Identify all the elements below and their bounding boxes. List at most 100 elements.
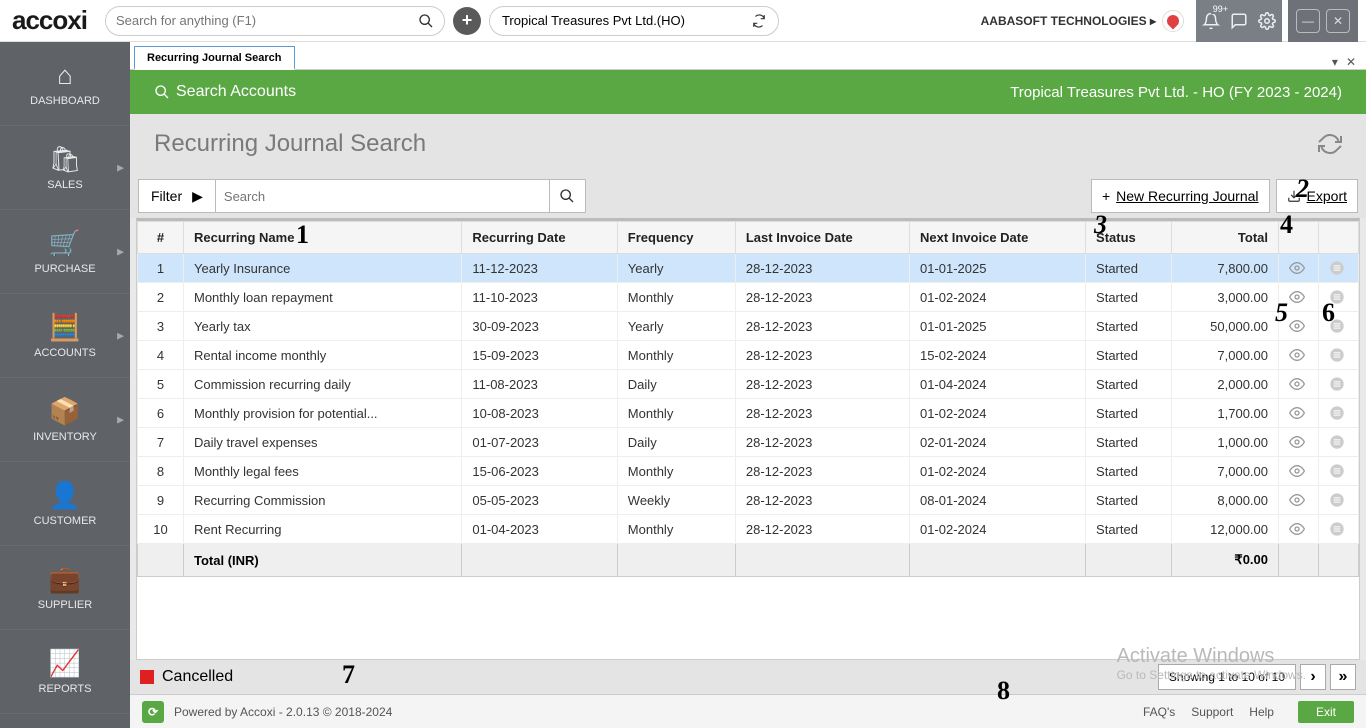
cell-freq: Daily: [617, 370, 735, 399]
close-button[interactable]: ✕: [1326, 9, 1350, 33]
col-header[interactable]: Last Invoice Date: [735, 222, 909, 254]
pager-next-button[interactable]: ›: [1300, 664, 1326, 690]
view-icon[interactable]: [1279, 399, 1319, 428]
sidebar-item-customer[interactable]: 👤CUSTOMER: [0, 462, 130, 546]
row-menu-icon[interactable]: [1319, 515, 1359, 544]
cell-last: 28-12-2023: [735, 486, 909, 515]
cell-last: 28-12-2023: [735, 515, 909, 544]
footer-link[interactable]: FAQ's: [1143, 705, 1175, 719]
col-header[interactable]: Recurring Name: [184, 222, 462, 254]
org-label[interactable]: AABASOFT TECHNOLOGIES ▸: [981, 14, 1156, 28]
table-row[interactable]: 3Yearly tax30-09-2023Yearly28-12-202301-…: [138, 312, 1359, 341]
bell-icon[interactable]: 99+: [1202, 12, 1220, 30]
col-view: [1279, 222, 1319, 254]
tab-menu-icon[interactable]: ▾: [1332, 55, 1338, 69]
row-menu-icon[interactable]: [1319, 457, 1359, 486]
sidebar-item-inventory[interactable]: 📦INVENTORY▶: [0, 378, 130, 462]
pager-last-button[interactable]: »: [1330, 664, 1356, 690]
minimize-button[interactable]: —: [1296, 9, 1320, 33]
view-icon[interactable]: [1279, 457, 1319, 486]
results-table-wrap[interactable]: #Recurring NameRecurring DateFrequencyLa…: [136, 218, 1360, 660]
table-row[interactable]: 4Rental income monthly15-09-2023Monthly2…: [138, 341, 1359, 370]
refresh-icon[interactable]: [1318, 132, 1342, 156]
table-row[interactable]: 2Monthly loan repayment11-10-2023Monthly…: [138, 283, 1359, 312]
table-row[interactable]: 5Commission recurring daily11-08-2023Dai…: [138, 370, 1359, 399]
total-row: Total (INR) ₹0.00: [138, 544, 1359, 577]
sidebar-item-accounts[interactable]: 🧮ACCOUNTS▶: [0, 294, 130, 378]
company-selector[interactable]: Tropical Treasures Pvt Ltd.(HO): [489, 6, 779, 36]
tab-close-icon[interactable]: ✕: [1346, 55, 1356, 69]
row-menu-icon[interactable]: [1319, 254, 1359, 283]
local-search[interactable]: [216, 179, 586, 213]
row-menu-icon[interactable]: [1319, 370, 1359, 399]
sidebar-item-reports[interactable]: 📈REPORTS: [0, 630, 130, 714]
table-row[interactable]: 7Daily travel expenses01-07-2023Daily28-…: [138, 428, 1359, 457]
cell-last: 28-12-2023: [735, 457, 909, 486]
table-row[interactable]: 1Yearly Insurance11-12-2023Yearly28-12-2…: [138, 254, 1359, 283]
col-header[interactable]: Next Invoice Date: [909, 222, 1085, 254]
flame-icon[interactable]: [1162, 10, 1184, 32]
footer-logo-icon: ⟳: [142, 701, 164, 723]
footer-text: Powered by Accoxi - 2.0.13 © 2018-2024: [174, 705, 392, 719]
add-button[interactable]: +: [453, 7, 481, 35]
window-controls: — ✕: [1288, 0, 1358, 42]
sidebar-item-supplier[interactable]: 💼SUPPLIER: [0, 546, 130, 630]
sidebar-item-purchase[interactable]: 🛒PURCHASE▶: [0, 210, 130, 294]
results-table: #Recurring NameRecurring DateFrequencyLa…: [137, 221, 1359, 577]
view-icon[interactable]: [1279, 312, 1319, 341]
footer-link[interactable]: Help: [1249, 705, 1274, 719]
cell-total: 7,800.00: [1171, 254, 1278, 283]
view-icon[interactable]: [1279, 254, 1319, 283]
cell-rdate: 15-09-2023: [462, 341, 617, 370]
col-header[interactable]: Total: [1171, 222, 1278, 254]
cell-num: 4: [138, 341, 184, 370]
local-search-input[interactable]: [216, 189, 549, 204]
sidebar: ⌂DASHBOARD🛍SALES▶🛒PURCHASE▶🧮ACCOUNTS▶📦IN…: [0, 42, 130, 728]
local-search-button[interactable]: [549, 180, 585, 212]
exit-button[interactable]: Exit: [1298, 701, 1354, 723]
export-button[interactable]: Export: [1276, 179, 1358, 213]
view-icon[interactable]: [1279, 370, 1319, 399]
context-title[interactable]: Search Accounts: [176, 83, 296, 101]
table-row[interactable]: 10Rent Recurring01-04-2023Monthly28-12-2…: [138, 515, 1359, 544]
cell-status: Started: [1086, 312, 1172, 341]
view-icon[interactable]: [1279, 486, 1319, 515]
row-menu-icon[interactable]: [1319, 312, 1359, 341]
col-header[interactable]: Frequency: [617, 222, 735, 254]
row-menu-icon[interactable]: [1319, 399, 1359, 428]
table-row[interactable]: 6Monthly provision for potential...10-08…: [138, 399, 1359, 428]
cell-freq: Monthly: [617, 341, 735, 370]
global-search-input[interactable]: [116, 13, 418, 28]
filter-button[interactable]: Filter ▶: [138, 179, 216, 213]
col-header[interactable]: Recurring Date: [462, 222, 617, 254]
chat-icon[interactable]: [1230, 12, 1248, 30]
row-menu-icon[interactable]: [1319, 486, 1359, 515]
tab-recurring-journal-search[interactable]: Recurring Journal Search: [134, 46, 295, 70]
view-icon[interactable]: [1279, 515, 1319, 544]
notif-badge: 99+: [1211, 4, 1230, 14]
new-recurring-journal-button[interactable]: + New Recurring Journal: [1091, 179, 1270, 213]
row-menu-icon[interactable]: [1319, 428, 1359, 457]
legend-row: Cancelled Showing 1 to 10 of 10 › »: [130, 660, 1366, 694]
view-icon[interactable]: [1279, 283, 1319, 312]
sidebar-item-dashboard[interactable]: ⌂DASHBOARD: [0, 42, 130, 126]
cell-next: 02-01-2024: [909, 428, 1085, 457]
table-row[interactable]: 9Recurring Commission05-05-2023Weekly28-…: [138, 486, 1359, 515]
chevron-right-icon: ▶: [192, 188, 203, 205]
footer-link[interactable]: Support: [1191, 705, 1233, 719]
row-menu-icon[interactable]: [1319, 283, 1359, 312]
cell-status: Started: [1086, 486, 1172, 515]
view-icon[interactable]: [1279, 428, 1319, 457]
table-row[interactable]: 8Monthly legal fees15-06-2023Monthly28-1…: [138, 457, 1359, 486]
view-icon[interactable]: [1279, 341, 1319, 370]
row-menu-icon[interactable]: [1319, 341, 1359, 370]
col-header[interactable]: Status: [1086, 222, 1172, 254]
col-header[interactable]: #: [138, 222, 184, 254]
sync-icon[interactable]: [752, 14, 766, 28]
topbar-icon-group: 99+: [1196, 0, 1282, 42]
global-search[interactable]: [105, 6, 445, 36]
gear-icon[interactable]: [1258, 12, 1276, 30]
cell-name: Monthly legal fees: [184, 457, 462, 486]
cell-num: 8: [138, 457, 184, 486]
sidebar-item-sales[interactable]: 🛍SALES▶: [0, 126, 130, 210]
